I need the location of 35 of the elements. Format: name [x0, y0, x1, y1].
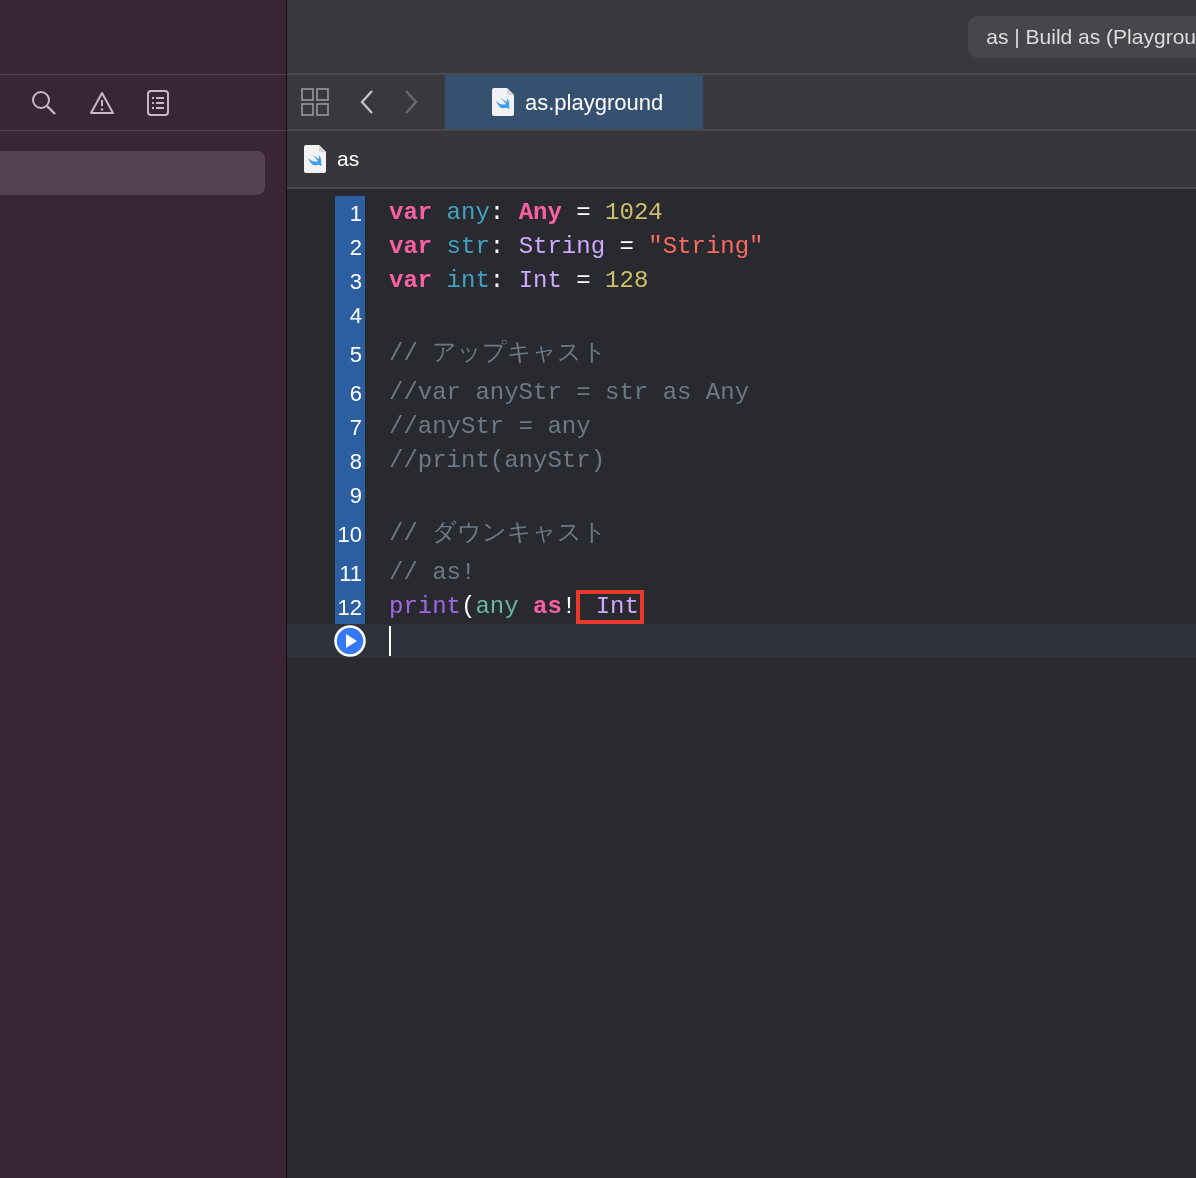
swift-file-icon: [303, 144, 327, 174]
code-line: print(any as! Int: [365, 590, 644, 625]
code-line: var str: String = "String": [388, 232, 764, 262]
build-status: as | Build as (Playgrou: [968, 15, 1196, 58]
line-number: 11: [335, 556, 365, 590]
line-number: 1: [335, 196, 365, 230]
chevron-right-icon: [403, 89, 419, 115]
code-line: //anyStr = any: [388, 412, 591, 442]
code-line: var any: Any = 1024: [388, 198, 663, 228]
run-button[interactable]: [334, 625, 366, 658]
code-line: //print(anyStr): [388, 446, 606, 476]
line-number: 2: [335, 230, 365, 264]
breadcrumb-item[interactable]: as: [337, 143, 360, 175]
line-number: 10: [335, 512, 365, 556]
swift-file-icon: [491, 87, 515, 117]
line-number: 6: [335, 376, 365, 410]
chevron-left-icon: [359, 89, 375, 115]
line-number: 9: [335, 478, 365, 512]
code-line: //var anyStr = str as Any: [388, 378, 750, 408]
line-number: 5: [335, 332, 365, 376]
code-line: var int: Int = 128: [388, 266, 649, 296]
editor-tab[interactable]: as.playground: [445, 75, 704, 129]
line-number: 12: [335, 590, 365, 625]
line-number: 7: [335, 410, 365, 444]
line-number: 8: [335, 444, 365, 478]
grid-icon[interactable]: [301, 88, 329, 116]
search-icon[interactable]: [31, 89, 57, 116]
line-number: 4: [335, 298, 365, 332]
code-line: // アップキャスト: [388, 338, 608, 369]
code-line: // ダウンキャスト: [388, 519, 608, 549]
line-number: 3: [335, 264, 365, 298]
code-line: // as!: [388, 558, 476, 588]
warning-icon[interactable]: [89, 90, 115, 115]
text-cursor: [389, 626, 391, 657]
list-icon[interactable]: [147, 89, 169, 116]
